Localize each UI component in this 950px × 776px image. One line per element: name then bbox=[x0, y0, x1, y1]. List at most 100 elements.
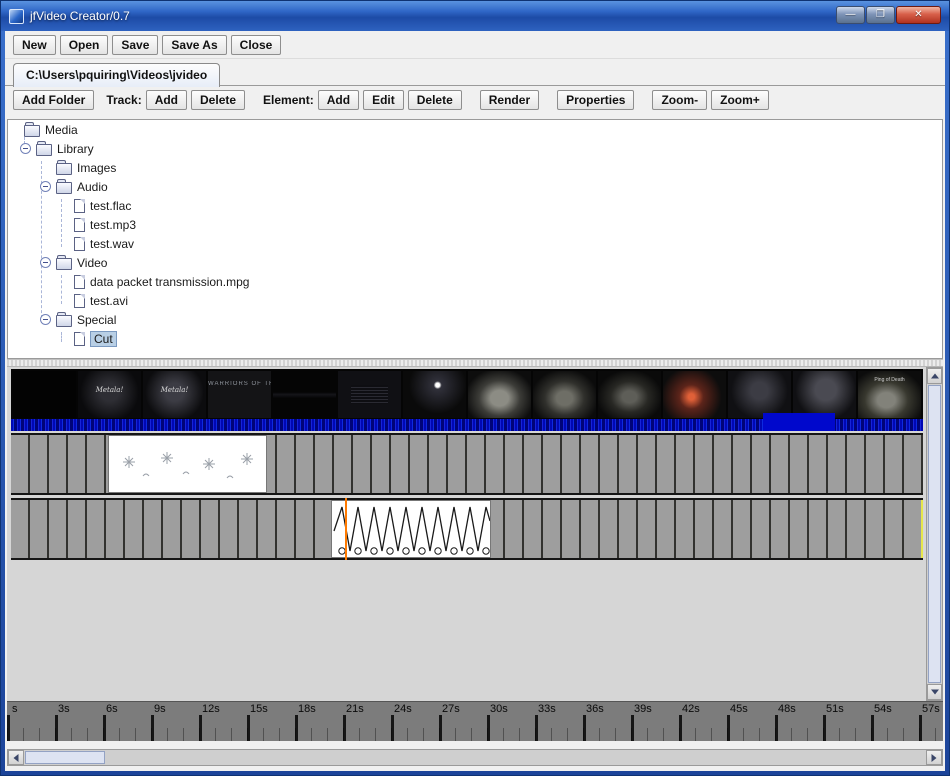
playhead-marker[interactable] bbox=[345, 498, 347, 560]
tree-item-test-flac[interactable]: test.flac bbox=[8, 196, 942, 215]
tree-item-label: Audio bbox=[77, 180, 108, 194]
tree-item-library[interactable]: Library bbox=[8, 139, 942, 158]
tree-item-test-avi[interactable]: test.avi bbox=[8, 291, 942, 310]
video-thumbnail bbox=[13, 371, 76, 418]
timeline-area: Metala! Metala! WARRIORS OF THE NET bbox=[7, 367, 943, 701]
tree-item-special[interactable]: Special bbox=[8, 310, 942, 329]
scroll-left-button[interactable] bbox=[8, 750, 24, 765]
tab-project-path[interactable]: C:\Users\pquiring\Videos\jvideo bbox=[13, 63, 220, 87]
element-add-button[interactable]: Add bbox=[318, 90, 359, 110]
ruler-label: 57s bbox=[922, 703, 940, 715]
window-controls: — ❐ ✕ bbox=[836, 1, 941, 31]
file-icon bbox=[74, 332, 85, 346]
tree-item-test-mp3[interactable]: test.mp3 bbox=[8, 215, 942, 234]
file-icon bbox=[74, 218, 85, 232]
video-thumbnail bbox=[663, 371, 726, 418]
tree-item-data-packet-transmission-mpg[interactable]: data packet transmission.mpg bbox=[8, 272, 942, 291]
sketch-drawing bbox=[109, 436, 266, 492]
audio-element[interactable] bbox=[331, 500, 491, 558]
tree-item-audio[interactable]: Audio bbox=[8, 177, 942, 196]
tree-expand-handle[interactable] bbox=[40, 314, 51, 325]
track-2[interactable] bbox=[11, 433, 923, 495]
track-3[interactable] bbox=[11, 498, 923, 560]
track-delete-button[interactable]: Delete bbox=[191, 90, 245, 110]
add-folder-button[interactable]: Add Folder bbox=[13, 90, 94, 110]
zoom-in-button[interactable]: Zoom+ bbox=[711, 90, 769, 110]
ruler-label: 24s bbox=[394, 703, 412, 715]
tree-item-label: Video bbox=[77, 256, 107, 270]
ruler-label: 15s bbox=[250, 703, 268, 715]
ruler-label: 30s bbox=[490, 703, 508, 715]
folder-icon bbox=[24, 125, 40, 137]
tree-connector-line bbox=[61, 275, 62, 304]
properties-button[interactable]: Properties bbox=[557, 90, 634, 110]
ruler-label: 9s bbox=[154, 703, 166, 715]
tree-expand-handle[interactable] bbox=[40, 257, 51, 268]
ruler-label: 12s bbox=[202, 703, 220, 715]
ruler-label: 6s bbox=[106, 703, 118, 715]
save-button[interactable]: Save bbox=[112, 35, 158, 55]
vertical-scrollbar[interactable] bbox=[926, 367, 943, 701]
tree-item-images[interactable]: Images bbox=[8, 158, 942, 177]
track-add-button[interactable]: Add bbox=[146, 90, 187, 110]
splitter-handle[interactable] bbox=[7, 359, 943, 367]
thumbnail-text: Ping of Death bbox=[858, 377, 921, 383]
tree-item-video[interactable]: Video bbox=[8, 253, 942, 272]
video-thumbnail bbox=[273, 371, 336, 418]
ruler-label: 33s bbox=[538, 703, 556, 715]
audio-waveform bbox=[332, 501, 490, 557]
scroll-up-button[interactable] bbox=[927, 368, 942, 384]
tree-expand-handle[interactable] bbox=[40, 181, 51, 192]
edit-toolbar: Add Folder Track: Add Delete Element: Ad… bbox=[5, 86, 945, 113]
thumbnail-text: Metala! bbox=[143, 386, 206, 394]
time-ruler: s 3s 6s 9s 12s 15s 18s 21s 24s 27s 30s 3… bbox=[7, 701, 943, 741]
ruler-label: 3s bbox=[58, 703, 70, 715]
tree-item-cut[interactable]: Cut bbox=[8, 329, 942, 348]
tree-item-label: Library bbox=[57, 142, 94, 156]
arrow-left-icon bbox=[14, 754, 19, 762]
image-element[interactable] bbox=[108, 435, 267, 493]
video-thumbnail bbox=[338, 371, 401, 418]
vertical-scrollbar-thumb[interactable] bbox=[928, 385, 941, 683]
thumbnail-text: WARRIORS OF THE NET bbox=[208, 381, 271, 387]
minimize-button[interactable]: — bbox=[836, 6, 865, 24]
open-button[interactable]: Open bbox=[60, 35, 109, 55]
ruler-label: 18s bbox=[298, 703, 316, 715]
tree-expand-handle[interactable] bbox=[20, 143, 31, 154]
titlebar: jfVideo Creator/0.7 — ❐ ✕ bbox=[1, 1, 949, 31]
element-edit-button[interactable]: Edit bbox=[363, 90, 404, 110]
app-icon bbox=[9, 9, 24, 24]
ruler-label: 48s bbox=[778, 703, 796, 715]
arrow-right-icon bbox=[932, 754, 937, 762]
scroll-right-button[interactable] bbox=[926, 750, 942, 765]
element-delete-button[interactable]: Delete bbox=[408, 90, 462, 110]
close-button[interactable]: ✕ bbox=[896, 6, 941, 24]
tab-bar: C:\Users\pquiring\Videos\jvideo bbox=[5, 59, 945, 86]
tree-item-media[interactable]: Media bbox=[8, 120, 942, 139]
save-as-button[interactable]: Save As bbox=[162, 35, 226, 55]
ruler-minor-ticks bbox=[7, 728, 943, 741]
new-button[interactable]: New bbox=[13, 35, 56, 55]
file-icon bbox=[74, 275, 85, 289]
track-label: Track: bbox=[106, 93, 141, 107]
window-content: New Open Save Save As Close C:\Users\pqu… bbox=[5, 31, 945, 771]
timeline-tracks: Metala! Metala! WARRIORS OF THE NET bbox=[11, 367, 923, 701]
timeline-end-marker bbox=[921, 500, 923, 558]
folder-icon bbox=[56, 182, 72, 194]
scroll-down-button[interactable] bbox=[927, 684, 942, 700]
maximize-button[interactable]: ❐ bbox=[866, 6, 895, 24]
close-file-button[interactable]: Close bbox=[231, 35, 282, 55]
video-track-element[interactable]: Metala! Metala! WARRIORS OF THE NET bbox=[11, 369, 923, 431]
app-window: jfVideo Creator/0.7 — ❐ ✕ New Open Save … bbox=[0, 0, 950, 776]
horizontal-scrollbar-thumb[interactable] bbox=[25, 751, 105, 764]
render-button[interactable]: Render bbox=[480, 90, 539, 110]
tree-item-label: Special bbox=[77, 313, 116, 327]
folder-icon bbox=[56, 258, 72, 270]
video-thumbnail bbox=[468, 371, 531, 418]
zoom-out-button[interactable]: Zoom- bbox=[652, 90, 707, 110]
ruler-label: 27s bbox=[442, 703, 460, 715]
video-thumbnail: Ping of Death bbox=[858, 371, 921, 418]
horizontal-scrollbar[interactable] bbox=[7, 749, 943, 766]
tree-item-test-wav[interactable]: test.wav bbox=[8, 234, 942, 253]
ruler-label: 51s bbox=[826, 703, 844, 715]
